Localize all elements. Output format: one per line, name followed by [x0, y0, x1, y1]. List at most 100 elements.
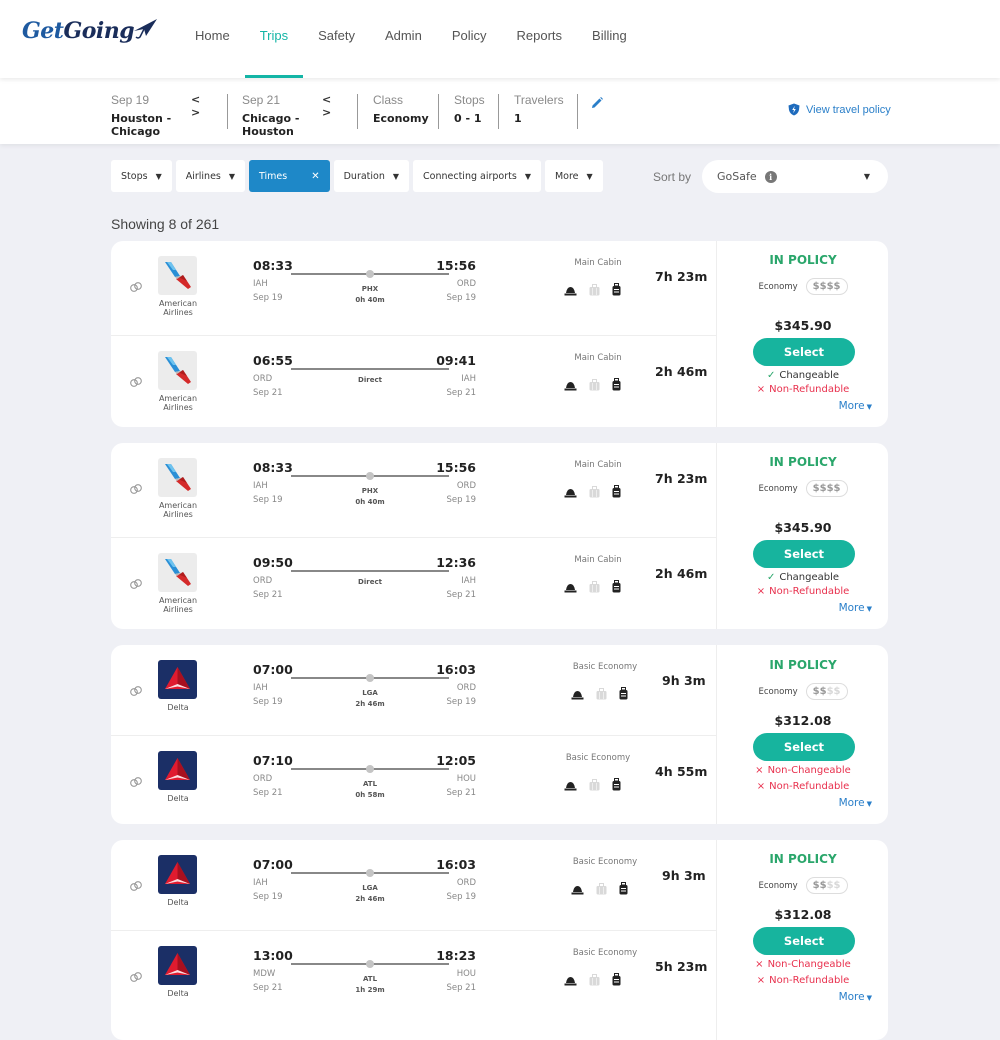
price-level-off: $$ [826, 880, 841, 891]
filter-times-button[interactable]: Times ✕ [249, 160, 330, 192]
more-details-link[interactable]: More ▼ [839, 400, 872, 412]
select-button[interactable]: Select [753, 733, 855, 761]
outbound-leg: American Airlines 08:33 15:56 IAH ORD Sep 19 S… [111, 241, 716, 335]
nav-item-trips[interactable]: Trips [244, 0, 304, 78]
filter-connecting-airports-button[interactable]: Connecting airports ▼ [413, 160, 541, 192]
arrival-date: Sep 19 [446, 697, 476, 707]
fare-class: Economy [758, 686, 798, 697]
layover-duration: 2h 46m [355, 895, 385, 903]
class-field[interactable]: Class Economy [373, 93, 429, 125]
amenities [564, 578, 621, 597]
price-level-on: $$$$ [812, 483, 841, 494]
view-travel-policy-link[interactable]: View travel policy [788, 103, 891, 116]
outbound-date-arrows[interactable]: < > [191, 93, 211, 119]
arrival-time: 15:56 [436, 460, 476, 475]
chevron-down-icon: ▼ [228, 171, 236, 181]
getgoing-logo[interactable]: Get Going [22, 18, 158, 44]
return-trip-field[interactable]: Sep 21 Chicago - Houston < > [242, 93, 342, 138]
travelers-label: Travelers [514, 93, 564, 107]
more-text: More [838, 400, 865, 412]
link-icon[interactable] [129, 878, 143, 892]
nav-item-reports[interactable]: Reports [502, 0, 578, 78]
carry-on-bag-icon [612, 776, 621, 795]
seat-icon [564, 483, 577, 502]
departure-date: Sep 21 [253, 590, 283, 600]
check-icon: ✓ [766, 572, 776, 583]
filter-label: More [554, 170, 579, 182]
airline-name: Delta [167, 989, 189, 998]
departure-airport: ORD [253, 576, 273, 586]
link-icon[interactable] [129, 374, 143, 388]
nav-item-policy[interactable]: Policy [437, 0, 502, 78]
link-icon[interactable] [129, 481, 143, 495]
nav-item-home[interactable]: Home [180, 0, 245, 78]
layover-duration: 2h 46m [355, 700, 385, 708]
nav-item-admin[interactable]: Admin [370, 0, 437, 78]
filter-duration-button[interactable]: Duration ▼ [333, 160, 410, 192]
stop-airport: LGA [362, 884, 378, 892]
more-details-link[interactable]: More ▼ [839, 991, 872, 1003]
cabin-class: Main Cabin [574, 460, 622, 470]
departure-time: 07:00 [253, 662, 293, 677]
filter-more-button[interactable]: More ▼ [544, 160, 603, 192]
travelers-field[interactable]: Travelers 1 [514, 93, 564, 125]
arrival-airport: IAH [461, 576, 476, 586]
feature-text: Non-Refundable [769, 384, 850, 395]
stops-field[interactable]: Stops 0 - 1 [454, 93, 485, 125]
feature-text: Non-Refundable [769, 586, 850, 597]
stop-dot [366, 472, 374, 480]
layover-duration: 1h 29m [355, 986, 385, 994]
select-button[interactable]: Select [753, 338, 855, 366]
more-details-link[interactable]: More ▼ [839, 797, 872, 809]
price-level-on: $$ [812, 686, 827, 697]
more-details-link[interactable]: More ▼ [839, 602, 872, 614]
route-line [291, 570, 449, 572]
departure-date: Sep 21 [253, 788, 283, 798]
departure-date: Sep 19 [253, 697, 283, 707]
fare-price: $345.90 [774, 520, 832, 535]
departure-airport: ORD [253, 374, 273, 384]
delta-logo [158, 660, 197, 699]
select-button[interactable]: Select [753, 540, 855, 568]
flight-result-card: American Airlines 08:33 15:56 IAH ORD Sep 19 S… [111, 443, 888, 629]
checked-bag-icon [589, 776, 600, 795]
logo-text-get: Get [22, 18, 64, 44]
in-policy-badge: IN POLICY [769, 253, 837, 267]
pencil-edit-icon[interactable] [590, 96, 604, 110]
link-icon[interactable] [129, 683, 143, 697]
chevron-down-icon: ▼ [863, 172, 870, 181]
arrival-time: 16:03 [436, 662, 476, 677]
amenities [571, 880, 628, 899]
arrival-date: Sep 19 [446, 293, 476, 303]
return-date-arrows[interactable]: < > [322, 93, 342, 119]
restriction-feature: × Non-Refundable [717, 384, 888, 395]
filter-label: Times [259, 170, 288, 182]
checked-bag-icon [596, 685, 607, 704]
filter-stops-button[interactable]: Stops ▼ [111, 160, 172, 192]
fare-price: $312.08 [774, 907, 832, 922]
airline-name: Delta [167, 703, 189, 712]
logo-text-going: Going [63, 18, 135, 44]
outbound-trip-field[interactable]: Sep 19 Houston - Chicago < > [111, 93, 211, 138]
link-icon[interactable] [129, 279, 143, 293]
delta-logo [158, 946, 197, 985]
link-icon[interactable] [129, 576, 143, 590]
restriction-feature: × Non-Changeable [717, 959, 888, 970]
link-icon[interactable] [129, 969, 143, 983]
filter-airlines-button[interactable]: Airlines ▼ [175, 160, 246, 192]
carry-on-bag-icon [612, 281, 621, 300]
cabin-class: Main Cabin [574, 555, 622, 565]
select-button[interactable]: Select [753, 927, 855, 955]
price-column: IN POLICY Economy $$$$ $345.90 Select ✓ Change… [716, 241, 888, 427]
link-icon[interactable] [129, 774, 143, 788]
route-line [291, 368, 449, 370]
sort-select[interactable]: GoSafe i ▼ [702, 160, 888, 193]
nav-item-billing[interactable]: Billing [577, 0, 642, 78]
nav-item-safety[interactable]: Safety [303, 0, 370, 78]
american-airlines-logo [158, 553, 197, 592]
carry-on-bag-icon [612, 376, 621, 395]
close-icon[interactable]: ✕ [311, 171, 319, 182]
price-column: IN POLICY Economy $$$$ $345.90 Select ✓ Change… [716, 443, 888, 629]
info-icon[interactable]: i [764, 170, 777, 183]
amenities [571, 685, 628, 704]
